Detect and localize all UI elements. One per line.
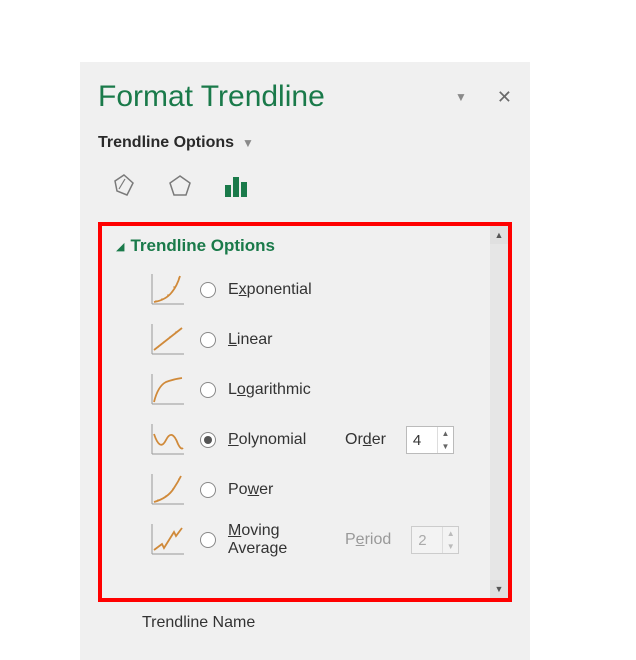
radio-power[interactable]: [200, 482, 216, 498]
radio-moving-average[interactable]: [200, 532, 216, 548]
section-title: Trendline Options: [130, 236, 275, 256]
panel-header-controls: ▼ ✕: [455, 87, 512, 108]
order-spinner[interactable]: 4 ▲ ▼: [406, 426, 454, 454]
panel-header: Format Trendline ▼ ✕: [98, 80, 512, 114]
option-linear: Linear: [116, 320, 498, 360]
power-curve-icon[interactable]: [146, 470, 188, 510]
radio-polynomial[interactable]: [200, 432, 216, 448]
collapse-arrow-icon: ◢: [116, 240, 124, 253]
moving-average-curve-icon[interactable]: [146, 520, 188, 560]
order-up-icon[interactable]: ▲: [438, 427, 453, 440]
label-logarithmic[interactable]: Logarithmic: [228, 381, 333, 399]
period-up-icon: ▲: [443, 527, 458, 540]
fill-line-tab-icon[interactable]: [106, 168, 142, 204]
radio-exponential[interactable]: [200, 282, 216, 298]
effects-tab-icon[interactable]: [162, 168, 198, 204]
period-value: 2: [412, 527, 442, 553]
order-value[interactable]: 4: [407, 427, 437, 453]
order-spinner-arrows: ▲ ▼: [437, 427, 453, 453]
trendline-name-label: Trendline Name: [142, 614, 255, 631]
scrollbar[interactable]: ▲ ▼: [490, 226, 508, 598]
subheader-label: Trendline Options: [98, 134, 234, 152]
panel-title: Format Trendline: [98, 80, 325, 114]
logarithmic-curve-icon[interactable]: [146, 370, 188, 410]
trendline-name-section: Trendline Name: [98, 602, 512, 632]
period-label: Period: [345, 531, 391, 549]
trendline-options-tab-icon[interactable]: [218, 168, 254, 204]
exponential-curve-icon[interactable]: [146, 270, 188, 310]
subheader[interactable]: Trendline Options ▼: [98, 134, 512, 152]
scroll-up-icon[interactable]: ▲: [490, 226, 508, 244]
radio-logarithmic[interactable]: [200, 382, 216, 398]
period-spinner: 2 ▲ ▼: [411, 526, 459, 554]
option-logarithmic: Logarithmic: [116, 370, 498, 410]
section-header[interactable]: ◢ Trendline Options: [116, 236, 498, 256]
option-moving-average: Moving Average Period 2 ▲ ▼: [116, 520, 498, 560]
panel-menu-icon[interactable]: ▼: [455, 90, 467, 104]
order-label: Order: [345, 431, 386, 449]
option-polynomial: Polynomial Order 4 ▲ ▼: [116, 420, 498, 460]
close-icon[interactable]: ✕: [497, 87, 512, 108]
period-spinner-arrows: ▲ ▼: [442, 527, 458, 553]
label-moving-average[interactable]: Moving Average: [228, 522, 333, 557]
polynomial-curve-icon[interactable]: [146, 420, 188, 460]
chevron-down-icon: ▼: [242, 136, 254, 150]
linear-curve-icon[interactable]: [146, 320, 188, 360]
format-trendline-panel: Format Trendline ▼ ✕ Trendline Options ▼: [80, 62, 530, 660]
icon-tabs: [98, 168, 512, 204]
label-power[interactable]: Power: [228, 481, 333, 499]
scroll-down-icon[interactable]: ▼: [490, 580, 508, 598]
option-exponential: Exponential: [116, 270, 498, 310]
option-power: Power: [116, 470, 498, 510]
label-polynomial[interactable]: Polynomial: [228, 431, 333, 449]
label-linear[interactable]: Linear: [228, 331, 333, 349]
trendline-options-section: ◢ Trendline Options Exponential: [98, 222, 512, 602]
radio-linear[interactable]: [200, 332, 216, 348]
label-exponential[interactable]: Exponential: [228, 281, 333, 299]
order-down-icon[interactable]: ▼: [438, 440, 453, 453]
period-down-icon: ▼: [443, 540, 458, 553]
